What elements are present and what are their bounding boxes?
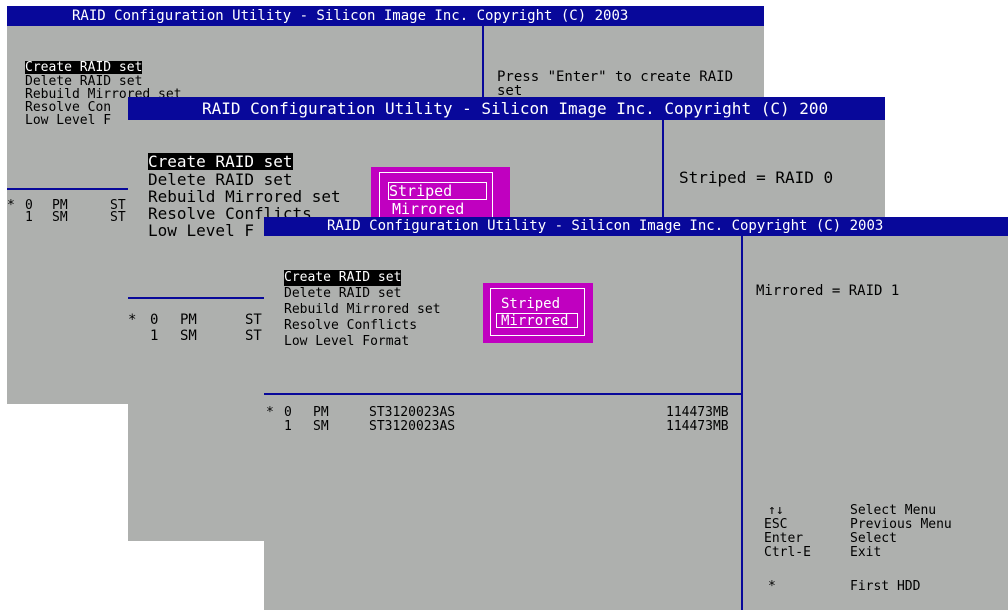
divider-horizontal (264, 393, 741, 395)
legend-key: Ctrl-E (764, 545, 811, 560)
option-striped[interactable]: Striped (388, 182, 487, 200)
divider-vertical (741, 236, 743, 610)
option-mirrored[interactable]: Mirrored (392, 201, 464, 217)
drive-role: SM (313, 419, 329, 434)
drive-role: PM (180, 312, 197, 328)
drive-size: 114473MB (666, 405, 729, 420)
menu-item-resolve-conflicts[interactable]: Resolve Conflicts (284, 318, 441, 334)
title-bar: RAID Configuration Utility - Silicon Ima… (7, 6, 764, 26)
main-menu: Create RAID set Delete RAID set Rebuild … (284, 266, 441, 350)
drive-role: PM (313, 405, 329, 420)
legend-key: Enter (764, 531, 804, 546)
legend-row: Ctrl-E Exit (764, 546, 1004, 560)
drive-row[interactable]: 1 SM ST3120023AS 114473MB (264, 420, 741, 434)
menu-item-create-raid-set[interactable]: Create RAID set (284, 270, 402, 286)
drive-row[interactable]: * 0 PM ST (128, 312, 268, 328)
first-hdd-marker: * (266, 405, 274, 420)
title-bar: RAID Configuration Utility - Silicon Ima… (128, 97, 885, 120)
first-hdd-marker: * (7, 198, 15, 213)
legend-row: ESC Previous Menu (764, 518, 1004, 532)
legend-action: Previous Menu (850, 517, 952, 532)
menu-item-rebuild-mirrored-set[interactable]: Rebuild Mirrored set (148, 188, 341, 205)
menu-item-rebuild-mirrored-set[interactable]: Rebuild Mirrored set (284, 302, 441, 318)
legend-row: ↑↓ Select Menu (764, 504, 1004, 518)
menu-item-create-raid-set[interactable]: Create RAID set (148, 153, 293, 170)
legend-action: Select (850, 531, 897, 546)
drive-role: SM (52, 210, 68, 225)
help-text: Press "Enter" to create RAID set (497, 70, 733, 98)
drive-model: ST (245, 312, 262, 328)
menu-item-create-raid-set[interactable]: Create RAID set (25, 61, 143, 74)
legend-row: * First HDD (764, 580, 1004, 594)
drive-model: ST (110, 210, 126, 225)
star-icon: * (768, 579, 776, 594)
raid-type-popup: Striped Mirrored (483, 283, 593, 343)
drive-row[interactable]: 1 SM ST (128, 328, 268, 344)
drive-number: 1 (284, 419, 292, 434)
drive-number: 1 (25, 210, 33, 225)
drive-number: 0 (284, 405, 292, 420)
drive-number: 0 (150, 312, 159, 328)
raid-screen-front: RAID Configuration Utility - Silicon Ima… (264, 217, 1008, 610)
legend-action: Select Menu (850, 503, 937, 518)
drive-row[interactable]: * 0 PM ST3120023AS 114473MB (264, 406, 741, 420)
drive-number: 1 (150, 328, 159, 344)
drive-list: * 0 PM ST 1 SM ST (128, 312, 268, 344)
legend-key: ESC (764, 517, 788, 532)
legend-action: First HDD (850, 579, 921, 594)
drive-list: * 0 PM ST3120023AS 114473MB 1 SM ST31200… (264, 406, 741, 434)
drive-model: ST (245, 328, 262, 344)
drive-list: * 0 PM ST 1 SM ST (7, 198, 147, 225)
drive-model: ST3120023AS (369, 419, 456, 434)
menu-item-low-level-format[interactable]: Low Level Format (284, 334, 441, 350)
menu-item-delete-raid-set[interactable]: Delete RAID set (284, 286, 441, 302)
help-line-1: Press "Enter" to create RAID (497, 69, 734, 85)
legend-action: Exit (850, 545, 882, 560)
help-text: Striped = RAID 0 (679, 168, 834, 187)
help-text: Mirrored = RAID 1 (756, 283, 900, 299)
key-legend: ↑↓ Select Menu ESC Previous Menu Enter S… (764, 504, 1004, 594)
arrows-icon: ↑↓ (768, 503, 784, 518)
first-hdd-marker: * (128, 312, 137, 328)
option-mirrored[interactable]: Mirrored (496, 313, 578, 329)
drive-size: 114473MB (666, 419, 729, 434)
option-striped[interactable]: Striped (501, 297, 560, 312)
drive-role: SM (180, 328, 197, 344)
menu-item-delete-raid-set[interactable]: Delete RAID set (148, 171, 341, 188)
drive-model: ST3120023AS (369, 405, 456, 420)
drive-row[interactable]: 1 SM ST (7, 210, 147, 225)
legend-row: Enter Select (764, 532, 1004, 546)
title-bar: RAID Configuration Utility - Silicon Ima… (264, 217, 1008, 236)
help-line-2: set (497, 83, 523, 99)
